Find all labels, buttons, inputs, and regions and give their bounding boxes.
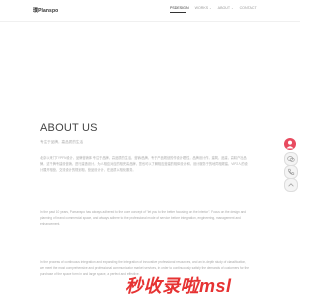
back-to-top-icon bbox=[288, 183, 294, 187]
chevron-down-icon: ⌄ bbox=[209, 6, 212, 10]
active-nav-underline bbox=[170, 12, 186, 13]
page-title: ABOUT US bbox=[40, 122, 98, 134]
nav-item-label: WORKS bbox=[194, 6, 209, 10]
main-nav: PSDESIGN WORKS ⌄ ABOUT ⌄ CONTACT bbox=[170, 6, 263, 10]
wechat-icon bbox=[287, 156, 295, 162]
nav-item-psdesign[interactable]: PSDESIGN bbox=[170, 6, 189, 10]
nav-item-about[interactable]: ABOUT ⌄ bbox=[218, 6, 234, 10]
phone-icon bbox=[288, 168, 295, 175]
nav-item-contact[interactable]: CONTACT bbox=[240, 6, 257, 10]
header-divider bbox=[0, 21, 300, 22]
back-to-top-button[interactable] bbox=[284, 178, 298, 192]
nav-item-label: CONTACT bbox=[239, 6, 257, 10]
phone-button[interactable] bbox=[284, 165, 298, 179]
nav-item-label: PSDESIGN bbox=[170, 6, 189, 10]
customer-service-avatar[interactable] bbox=[284, 138, 296, 150]
top-navigation-bar: 璞Planspo PSDESIGN WORKS ⌄ ABOUT ⌄ CONTAC… bbox=[0, 0, 300, 22]
person-icon bbox=[286, 140, 294, 149]
watermark: 秒收录啦msl bbox=[125, 276, 232, 296]
page-subtitle: 专注于品牌，高品质的生活 bbox=[40, 140, 84, 144]
about-paragraph: 北京以来门TYPFN设计，品牌营销体 专注于品牌，高品质的生活，营销/品牌，专于… bbox=[40, 156, 248, 172]
chevron-down-icon: ⌄ bbox=[231, 6, 234, 10]
about-paragraph: In the past 10 years, Pumanspo has alway… bbox=[40, 210, 247, 226]
site-logo[interactable]: 璞Planspo bbox=[33, 7, 58, 14]
nav-item-works[interactable]: WORKS ⌄ bbox=[195, 6, 212, 10]
wechat-button[interactable] bbox=[284, 152, 298, 166]
nav-item-label: ABOUT bbox=[217, 6, 231, 10]
